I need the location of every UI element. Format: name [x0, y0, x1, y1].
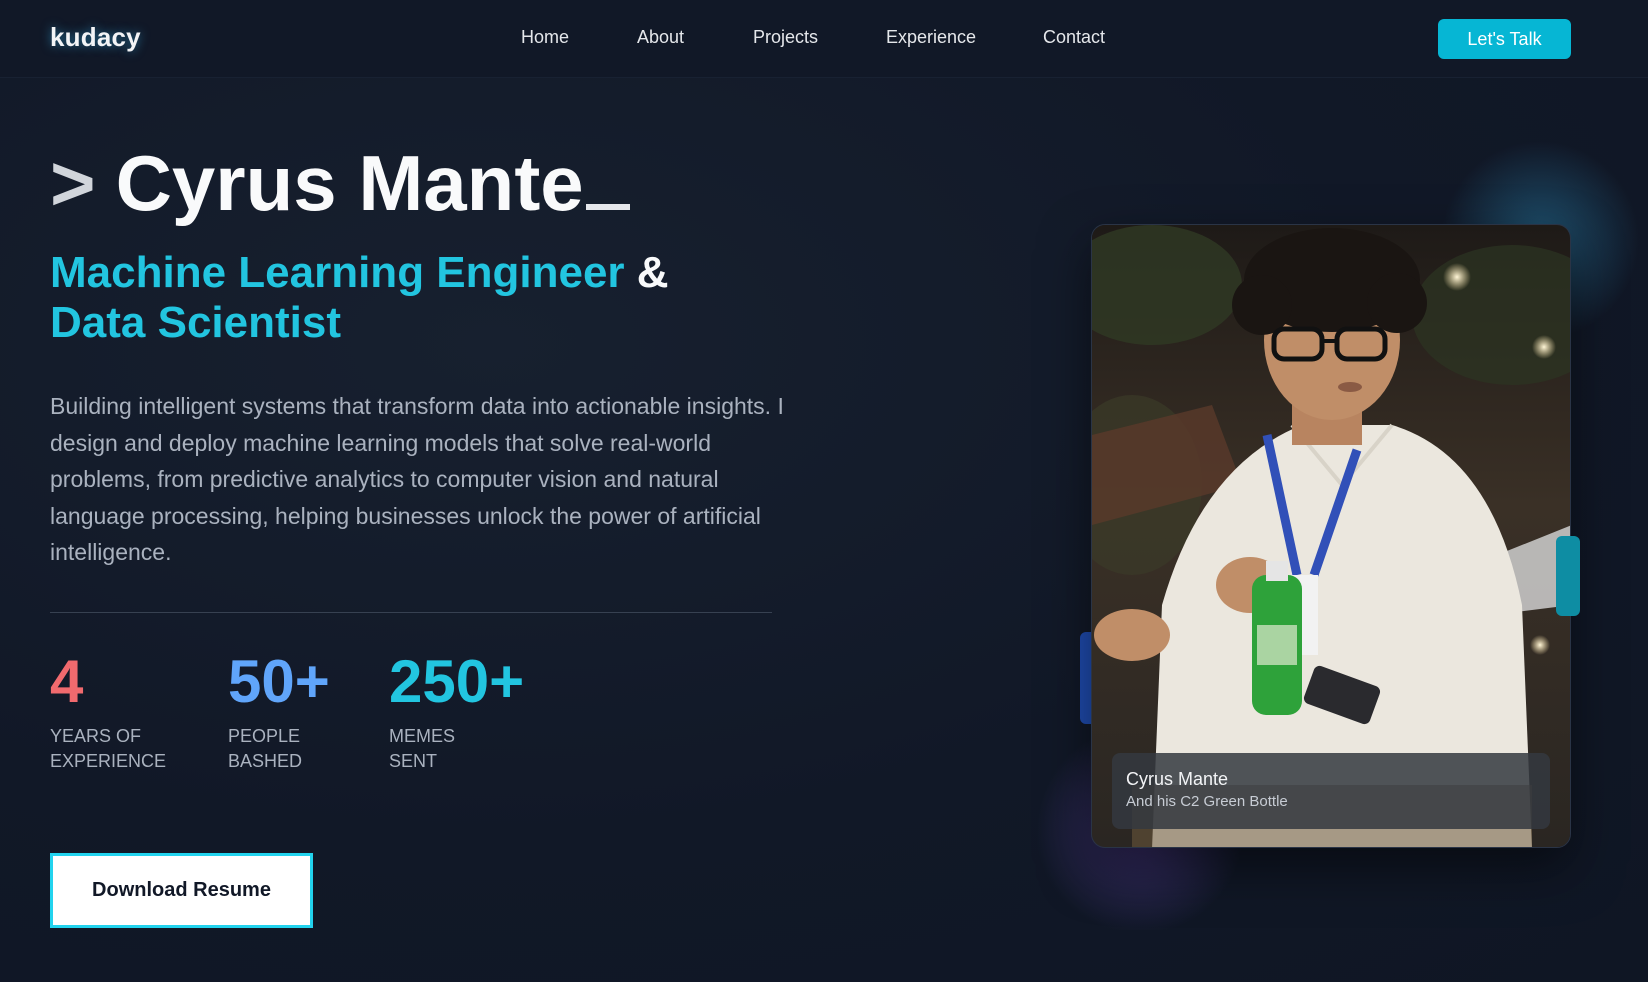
site-logo[interactable]: kudacy	[50, 22, 141, 53]
stat-label-line: YEARS OF	[50, 726, 142, 746]
hero-role: Machine Learning Engineer & Data Scienti…	[50, 248, 810, 348]
stat-label: MEMES SENT	[389, 724, 539, 774]
blinking-cursor-icon	[585, 204, 630, 210]
terminal-prompt-icon: >	[50, 139, 96, 227]
download-resume-button[interactable]: Download Resume	[50, 853, 313, 928]
role-ampersand: &	[636, 248, 669, 297]
stat-memes-sent: 250+ MEMES SENT	[389, 652, 539, 774]
hero-title: > Cyrus Mante	[50, 140, 630, 226]
section-divider	[50, 612, 772, 613]
decorative-accent-bar	[1556, 536, 1580, 616]
stat-label-line: PEOPLE	[228, 726, 301, 746]
nav-link-experience[interactable]: Experience	[886, 27, 976, 48]
profile-photo-card: Cyrus Mante And his C2 Green Bottle	[1091, 224, 1571, 848]
navbar: kudacy Home About Projects Experience Co…	[0, 0, 1648, 78]
hero-name: Cyrus Mante	[115, 139, 584, 227]
stat-label: YEARS OF EXPERIENCE	[50, 724, 200, 774]
stat-years-experience: 4 YEARS OF EXPERIENCE	[50, 652, 200, 774]
stat-people-bashed: 50+ PEOPLE BASHED	[228, 652, 378, 774]
stat-label-line: SENT	[389, 751, 438, 771]
stat-label-line: MEMES	[389, 726, 456, 746]
stat-label: PEOPLE BASHED	[228, 724, 378, 774]
nav-link-projects[interactable]: Projects	[753, 27, 818, 48]
nav-link-contact[interactable]: Contact	[1043, 27, 1105, 48]
nav-link-about[interactable]: About	[637, 27, 684, 48]
stat-value: 250+	[389, 648, 525, 715]
stat-label-line: EXPERIENCE	[50, 751, 167, 771]
hero-bio: Building intelligent systems that transf…	[50, 393, 784, 565]
nav-link-home[interactable]: Home	[521, 27, 569, 48]
caption-title: Cyrus Mante	[1126, 769, 1229, 789]
photo-caption: Cyrus Mante And his C2 Green Bottle	[1112, 753, 1550, 829]
stat-value: 4	[50, 648, 84, 715]
role-title-secondary: Data Scientist	[50, 298, 341, 347]
stat-label-line: BASHED	[228, 751, 303, 771]
role-title-primary: Machine Learning Engineer	[50, 248, 625, 297]
stat-value: 50+	[228, 648, 330, 715]
caption-subtitle: And his C2 Green Bottle	[1126, 793, 1288, 810]
lets-talk-button[interactable]: Let's Talk	[1438, 19, 1571, 59]
